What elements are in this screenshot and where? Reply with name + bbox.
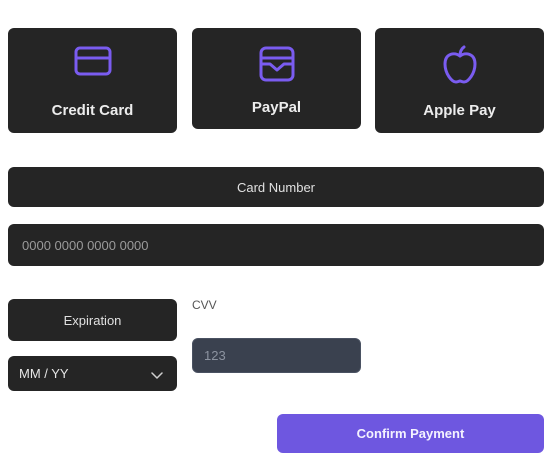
cvv-input[interactable] — [192, 338, 361, 373]
payment-method-label: PayPal — [251, 99, 302, 116]
cvv-label: CVV — [192, 298, 217, 312]
card-number-input[interactable] — [8, 224, 544, 266]
confirm-payment-button[interactable]: Confirm Payment — [277, 414, 544, 453]
payment-method-label: Apple Pay — [423, 102, 496, 119]
payment-method-label: Credit Card — [51, 102, 134, 119]
apple-icon — [375, 44, 544, 86]
credit-card-icon — [8, 44, 177, 78]
expiration-select[interactable]: MM / YY — [8, 356, 177, 391]
chevron-down-icon — [151, 368, 163, 383]
payment-method-credit-card[interactable]: Credit Card — [8, 28, 177, 133]
wallet-icon — [192, 44, 361, 84]
payment-method-paypal[interactable]: PayPal — [192, 28, 361, 129]
card-number-label: Card Number — [8, 167, 544, 207]
expiration-label: Expiration — [8, 299, 177, 341]
payment-method-apple-pay[interactable]: Apple Pay — [375, 28, 544, 133]
expiration-selected-value: MM / YY — [19, 366, 69, 381]
